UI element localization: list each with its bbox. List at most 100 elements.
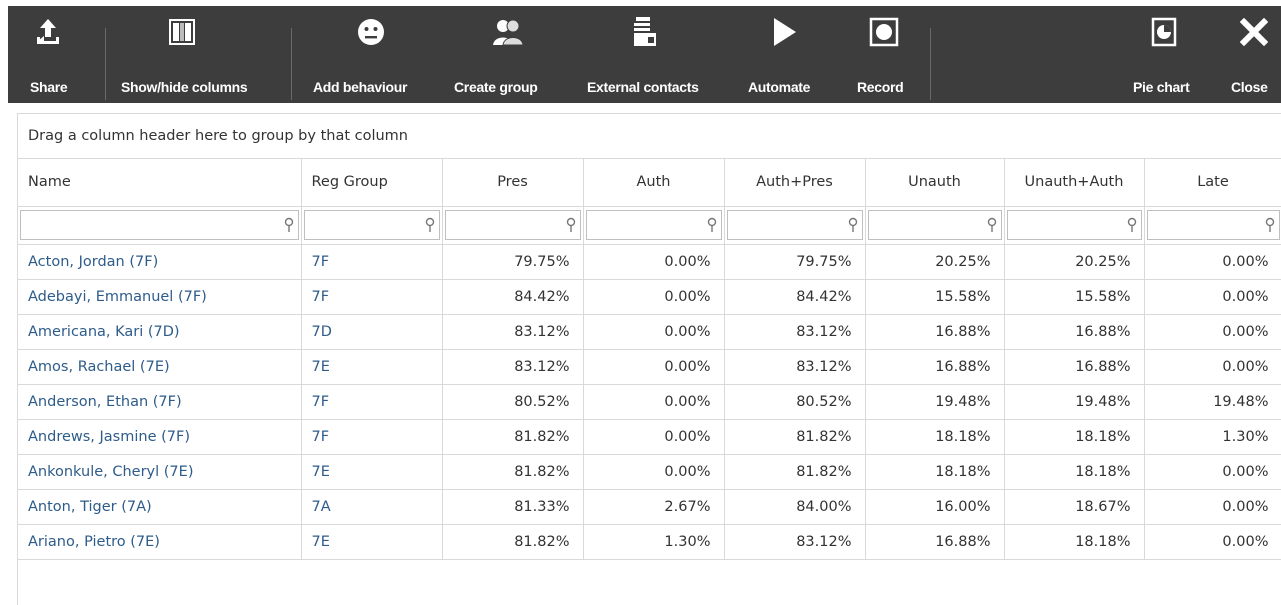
column-header-name[interactable]: Name: [18, 159, 302, 207]
filter-icon[interactable]: [1127, 217, 1137, 233]
pie-chart-icon: [1148, 16, 1180, 48]
cell-auth: 1.30%: [583, 524, 725, 560]
cell-auth: 0.00%: [583, 279, 725, 315]
cell-late: 0.00%: [1144, 454, 1281, 490]
cell-unauth: 15.58%: [865, 279, 1005, 315]
student-name-link[interactable]: Anton, Tiger (7A): [18, 489, 302, 525]
column-header-pres[interactable]: Pres: [442, 159, 584, 207]
student-name-link[interactable]: Ariano, Pietro (7E): [18, 524, 302, 560]
table-row[interactable]: Amos, Rachael (7E) 7E 83.12% 0.00% 83.12% 16.…: [18, 349, 1281, 385]
close-button[interactable]: Close: [1222, 6, 1281, 103]
play-icon: [768, 16, 800, 48]
cell-pres: 79.75%: [442, 244, 584, 280]
external-contacts-label: External contacts: [587, 79, 699, 95]
cell-auth: 0.00%: [583, 244, 725, 280]
filter-icon[interactable]: [707, 217, 717, 233]
filter-icon[interactable]: [425, 217, 435, 233]
cell-auth-pres: 81.82%: [724, 419, 866, 455]
student-name-link[interactable]: Adebayi, Emmanuel (7F): [18, 279, 302, 315]
cell-auth-pres: 80.52%: [724, 384, 866, 420]
reg-group-link[interactable]: 7F: [301, 279, 443, 315]
cell-unauth-auth: 18.18%: [1004, 524, 1145, 560]
filter-icon[interactable]: [848, 217, 858, 233]
cell-late: 1.30%: [1144, 419, 1281, 455]
reg-group-link[interactable]: 7E: [301, 349, 443, 385]
filter-input-reg-group[interactable]: [303, 210, 440, 240]
automate-button[interactable]: Automate: [740, 6, 830, 103]
student-name-link[interactable]: Ankonkule, Cheryl (7E): [18, 454, 302, 490]
filter-input-late[interactable]: [1146, 210, 1280, 240]
reg-group-link[interactable]: 7E: [301, 454, 443, 490]
toolbar-separator: [105, 28, 106, 100]
table-row[interactable]: Andrews, Jasmine (7F) 7F 81.82% 0.00% 81.82%…: [18, 419, 1281, 455]
column-header-late[interactable]: Late: [1144, 159, 1281, 207]
filter-input-unauth-auth[interactable]: [1006, 210, 1142, 240]
record-button[interactable]: Record: [846, 6, 926, 103]
cell-pres: 81.82%: [442, 524, 584, 560]
external-contacts-button[interactable]: External contacts: [578, 6, 728, 103]
reg-group-link[interactable]: 7F: [301, 419, 443, 455]
student-name-link[interactable]: Amos, Rachael (7E): [18, 349, 302, 385]
reg-group-link[interactable]: 7F: [301, 244, 443, 280]
filter-input-auth-pres[interactable]: [726, 210, 863, 240]
column-header-unauth-auth[interactable]: Unauth+Auth: [1004, 159, 1145, 207]
filter-input-auth[interactable]: [585, 210, 722, 240]
cell-auth: 0.00%: [583, 384, 725, 420]
table-row[interactable]: Acton, Jordan (7F) 7F 79.75% 0.00% 79.75% 20.…: [18, 244, 1281, 280]
add-behaviour-label: Add behaviour: [313, 79, 408, 95]
cell-unauth: 16.88%: [865, 349, 1005, 385]
filter-icon[interactable]: [566, 217, 576, 233]
cell-pres: 81.82%: [442, 454, 584, 490]
cell-unauth: 20.25%: [865, 244, 1005, 280]
table-row[interactable]: Americana, Kari (7D) 7D 83.12% 0.00% 83.12% 1…: [18, 314, 1281, 350]
create-group-button[interactable]: Create group: [448, 6, 568, 103]
toolbar-separator: [930, 28, 931, 100]
column-header-reg-group[interactable]: Reg Group: [301, 159, 443, 207]
column-header-auth[interactable]: Auth: [583, 159, 725, 207]
filter-input-unauth[interactable]: [867, 210, 1002, 240]
reg-group-link[interactable]: 7E: [301, 524, 443, 560]
filter-icon[interactable]: [284, 217, 294, 233]
show-hide-columns-button[interactable]: Show/hide columns: [113, 6, 283, 103]
filter-cell-late: [1144, 206, 1281, 245]
filter-input-name[interactable]: [20, 210, 299, 240]
filter-icon[interactable]: [1265, 217, 1275, 233]
filter-cell-reg-group: [301, 206, 443, 245]
share-icon: [32, 16, 64, 48]
share-button[interactable]: Share: [8, 6, 87, 103]
student-name-link[interactable]: Andrews, Jasmine (7F): [18, 419, 302, 455]
cell-auth-pres: 81.82%: [724, 454, 866, 490]
filter-cell-auth: [583, 206, 725, 245]
pie-chart-button[interactable]: Pie chart: [1126, 6, 1206, 103]
reg-group-link[interactable]: 7A: [301, 489, 443, 525]
table-row[interactable]: Ariano, Pietro (7E) 7E 81.82% 1.30% 83.12% 16…: [18, 524, 1281, 560]
filter-input-pres[interactable]: [444, 210, 581, 240]
table-row[interactable]: Anderson, Ethan (7F) 7F 80.52% 0.00% 80.52% 1…: [18, 384, 1281, 420]
cell-pres: 81.82%: [442, 419, 584, 455]
filter-cell-pres: [442, 206, 584, 245]
share-label: Share: [30, 79, 68, 95]
create-group-label: Create group: [454, 79, 538, 95]
student-name-link[interactable]: Anderson, Ethan (7F): [18, 384, 302, 420]
table-row[interactable]: Ankonkule, Cheryl (7E) 7E 81.82% 0.00% 81.82…: [18, 454, 1281, 490]
group-by-drop-area[interactable]: Drag a column header here to group by th…: [18, 114, 1281, 159]
filter-cell-name: [18, 206, 302, 245]
filter-row: [18, 206, 1281, 245]
table-row[interactable]: Anton, Tiger (7A) 7A 81.33% 2.67% 84.00% 16.0…: [18, 489, 1281, 525]
cell-auth-pres: 83.12%: [724, 349, 866, 385]
cell-pres: 80.52%: [442, 384, 584, 420]
student-name-link[interactable]: Acton, Jordan (7F): [18, 244, 302, 280]
filter-icon[interactable]: [987, 217, 997, 233]
add-behaviour-button[interactable]: Add behaviour: [303, 6, 443, 103]
cell-auth-pres: 83.12%: [724, 524, 866, 560]
toolbar-separator: [291, 28, 292, 100]
show-hide-columns-label: Show/hide columns: [121, 79, 248, 95]
reg-group-link[interactable]: 7F: [301, 384, 443, 420]
cell-unauth-auth: 16.88%: [1004, 349, 1145, 385]
reg-group-link[interactable]: 7D: [301, 314, 443, 350]
table-row[interactable]: Adebayi, Emmanuel (7F) 7F 84.42% 0.00% 84.42…: [18, 279, 1281, 315]
student-name-link[interactable]: Americana, Kari (7D): [18, 314, 302, 350]
column-header-unauth[interactable]: Unauth: [865, 159, 1005, 207]
column-header-auth-pres[interactable]: Auth+Pres: [724, 159, 866, 207]
cell-late: 19.48%: [1144, 384, 1281, 420]
